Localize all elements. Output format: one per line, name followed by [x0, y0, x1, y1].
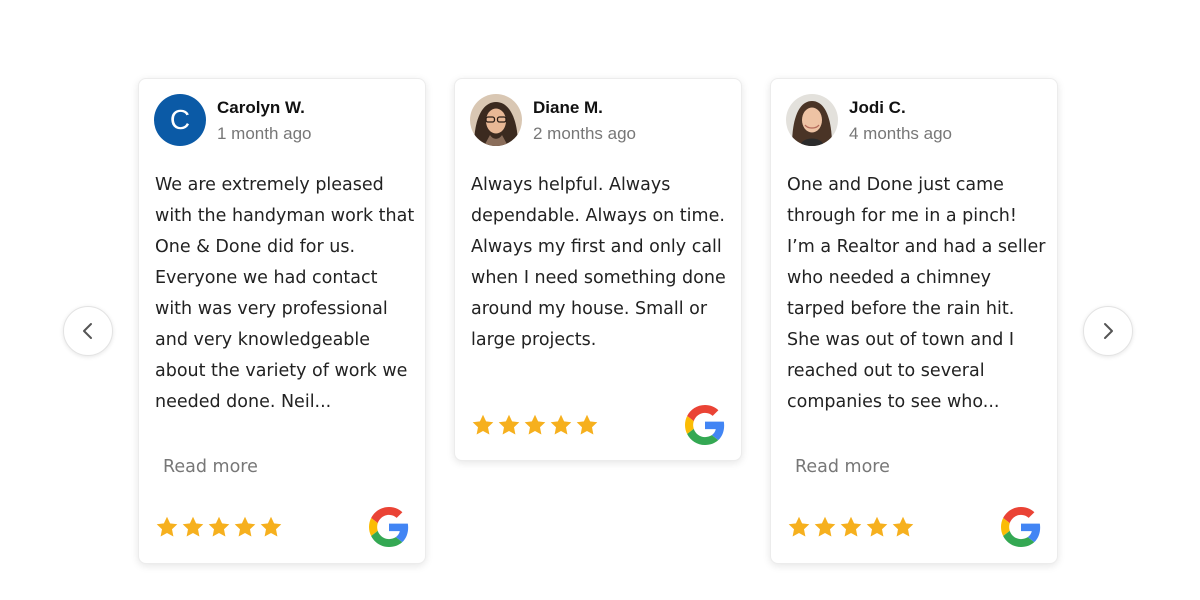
star-rating: [155, 515, 283, 539]
star-rating: [787, 515, 915, 539]
review-card: Jodi C. 4 months ago One and Done just c…: [770, 78, 1058, 564]
review-text: One and Done just came through for me in…: [787, 175, 1046, 412]
avatar: C: [154, 94, 206, 146]
review-card: Diane M. 2 months ago Always helpful. Al…: [454, 78, 742, 461]
google-icon: [685, 405, 725, 445]
avatar: [470, 94, 522, 146]
star-icon: [497, 413, 521, 437]
google-icon: [1001, 507, 1041, 547]
star-icon: [891, 515, 915, 539]
review-date: 2 months ago: [533, 124, 637, 143]
star-icon: [549, 413, 573, 437]
reviews-carousel: C Carolyn W. 1 month ago We are extremel…: [0, 0, 1200, 600]
read-more-link[interactable]: Read more: [163, 457, 258, 477]
star-icon: [207, 515, 231, 539]
avatar: [786, 94, 838, 146]
reviewer-name: Jodi C.: [849, 98, 906, 117]
avatar-photo: [786, 94, 838, 146]
star-icon: [471, 413, 495, 437]
review-date: 4 months ago: [849, 124, 953, 143]
review-text: We are extremely pleased with the handym…: [155, 175, 415, 412]
chevron-left-icon: [83, 323, 92, 339]
star-icon: [233, 515, 257, 539]
star-icon: [155, 515, 179, 539]
review-date: 1 month ago: [217, 124, 312, 143]
star-icon: [865, 515, 889, 539]
reviewer-name: Carolyn W.: [217, 98, 305, 117]
google-icon: [369, 507, 409, 547]
star-icon: [259, 515, 283, 539]
star-rating: [471, 413, 599, 437]
star-icon: [181, 515, 205, 539]
avatar-photo: [470, 94, 522, 146]
star-icon: [575, 413, 599, 437]
chevron-right-icon: [1104, 323, 1113, 339]
read-more-link[interactable]: Read more: [795, 457, 890, 477]
reviewer-name: Diane M.: [533, 98, 603, 117]
review-card: C Carolyn W. 1 month ago We are extremel…: [138, 78, 426, 564]
star-icon: [523, 413, 547, 437]
star-icon: [839, 515, 863, 539]
carousel-next-button[interactable]: [1083, 306, 1133, 356]
star-icon: [813, 515, 837, 539]
carousel-prev-button[interactable]: [63, 306, 113, 356]
star-icon: [787, 515, 811, 539]
review-text: Always helpful. Always dependable. Alway…: [471, 175, 726, 350]
